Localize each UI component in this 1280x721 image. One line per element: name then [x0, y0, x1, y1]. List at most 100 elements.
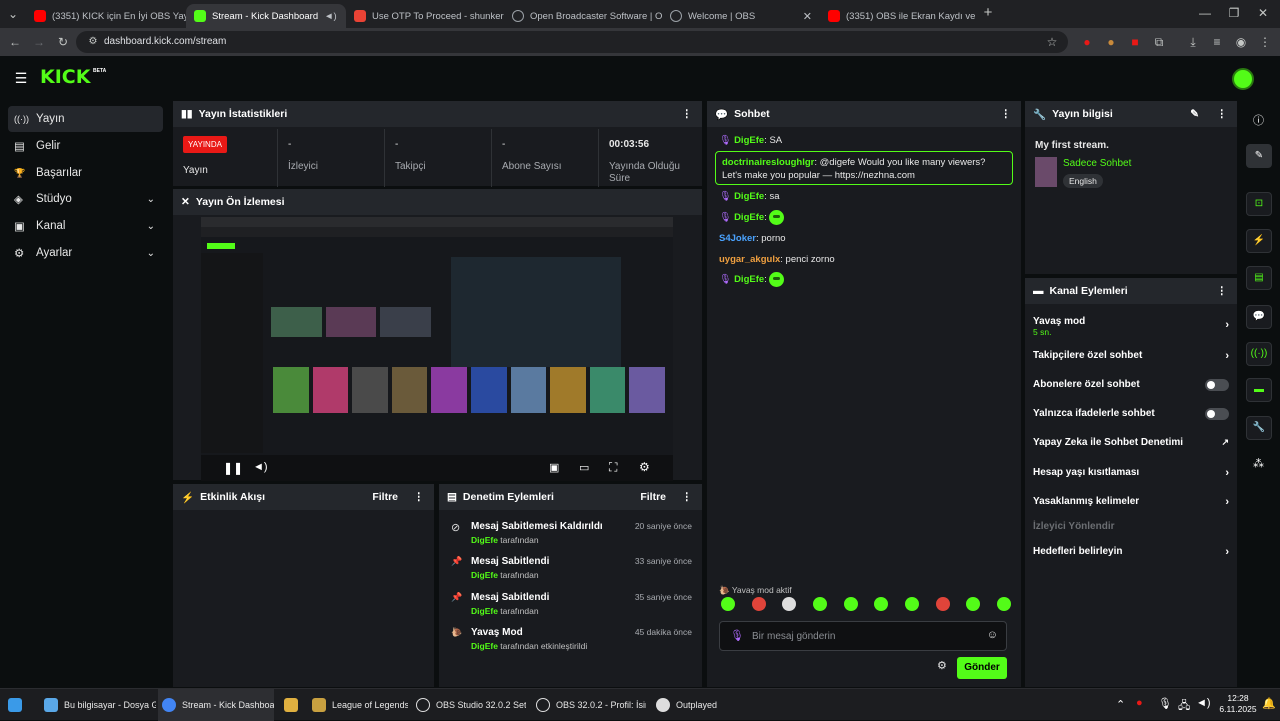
more-options-icon[interactable]: ⋮: [682, 108, 693, 120]
new-tab-button[interactable]: +: [981, 5, 995, 20]
hamburger-menu-icon[interactable]: ☰: [14, 71, 28, 85]
chevron-up-icon[interactable]: ⌃: [1116, 698, 1125, 711]
chat-message[interactable]: 🎙 DigEfe: SA: [719, 135, 1011, 146]
pip-icon[interactable]: ▣: [549, 461, 559, 474]
download-icon[interactable]: ⤓: [1186, 35, 1200, 49]
stream-info-toggle-button[interactable]: 🔧: [1246, 416, 1272, 440]
fullscreen-icon[interactable]: ⛶: [609, 460, 617, 475]
start-button[interactable]: [8, 689, 34, 721]
tab-search-icon[interactable]: ⌄: [6, 7, 20, 21]
menu-icon[interactable]: ⋮: [1258, 35, 1272, 49]
theater-icon[interactable]: ▭: [579, 461, 589, 474]
chat-settings-gear-icon[interactable]: ⚙: [937, 659, 947, 672]
sidebar-item-ayarlar[interactable]: ⚙ Ayarlar ⌄: [8, 240, 163, 266]
emotes-only-toggle[interactable]: [1205, 408, 1229, 420]
taskbar-item-chrome[interactable]: Stream - Kick Dashboard: [158, 689, 274, 721]
back-icon[interactable]: ←: [8, 35, 22, 49]
kick-logo[interactable]: KICK: [40, 66, 90, 88]
profile-icon[interactable]: ◉: [1234, 35, 1248, 49]
channel-action-emotes-only[interactable]: Yalnızca ifadelerle sohbet: [1033, 408, 1229, 430]
moderator-name[interactable]: DigEfe: [471, 606, 498, 616]
chat-username[interactable]: DigEfe: [734, 191, 764, 202]
avatar[interactable]: [1232, 68, 1254, 90]
category-link[interactable]: Sadece Sohbet: [1063, 158, 1131, 169]
extension-icon[interactable]: ●: [1080, 35, 1094, 49]
taskbar-item-obs-setup[interactable]: OBS Studio 32.0.2 Setup: [412, 689, 526, 721]
browser-tab[interactable]: (3351) OBS ile Ekran Kaydı ve Ca ✕: [820, 4, 978, 28]
pause-icon[interactable]: ❚❚: [223, 461, 243, 475]
chat-message[interactable]: 🎙 DigEfe:: [719, 272, 1011, 287]
moderator-name[interactable]: DigEfe: [471, 570, 498, 580]
minimize-icon[interactable]: —: [1198, 6, 1212, 20]
taskbar-item-explorer[interactable]: Bu bilgisayar - Dosya Ge: [40, 689, 156, 721]
chat-username[interactable]: doctrinairesloughlgr: [722, 157, 814, 168]
mic-tray-icon[interactable]: 🎙: [1158, 697, 1172, 710]
more-options-icon[interactable]: ⋮: [682, 491, 693, 503]
extension-icon[interactable]: ●: [1104, 35, 1118, 49]
moderator-name[interactable]: DigEfe: [471, 641, 498, 651]
channel-action-goals[interactable]: Hedefleri belirleyin ›: [1033, 546, 1229, 568]
more-options-icon[interactable]: ⋮: [1217, 285, 1228, 297]
send-button[interactable]: Gönder: [957, 657, 1007, 679]
sidebar-item-kanal[interactable]: ▣ Kanal ⌄: [8, 213, 163, 239]
chat-username[interactable]: DigEfe: [734, 212, 764, 223]
taskbar-item-league[interactable]: League of Legends: [308, 689, 408, 721]
reload-icon[interactable]: ↻: [56, 35, 70, 49]
settings-gear-icon[interactable]: ⚙: [639, 460, 650, 474]
sidebar-item-yayin[interactable]: ((·)) Yayın: [8, 106, 163, 132]
browser-tab-active[interactable]: Stream - Kick Dashboard ◄) ✕: [186, 4, 346, 28]
volume-icon[interactable]: ◄): [253, 461, 268, 473]
emote-icon[interactable]: [751, 597, 766, 611]
speaker-icon[interactable]: ◄): [324, 11, 337, 22]
tray-app-icon[interactable]: ●: [1136, 697, 1143, 709]
chat-username[interactable]: DigEfe: [734, 135, 764, 146]
site-info-icon[interactable]: ⚙: [86, 35, 100, 49]
extension-icon[interactable]: ■: [1128, 35, 1142, 49]
channel-action-banned-words[interactable]: Yasaklanmış kelimeler ›: [1033, 496, 1229, 518]
chat-input[interactable]: 🎙 Bir mesaj gönderin ☺: [719, 621, 1007, 651]
maximize-icon[interactable]: ❐: [1227, 6, 1241, 20]
browser-tab[interactable]: (3351) KICK için En İyi OBS Yayı ✕: [26, 4, 186, 28]
more-options-icon[interactable]: ⋮: [1001, 108, 1012, 120]
volume-tray-icon[interactable]: ◄): [1196, 697, 1211, 709]
channel-action-slow-mode[interactable]: Yavaş mod 5 sn. ›: [1033, 316, 1229, 338]
forward-icon[interactable]: →: [32, 35, 46, 49]
channel-action-subscribers-only[interactable]: Abonelere özel sohbet: [1033, 379, 1229, 401]
extensions-puzzle-icon[interactable]: ⧉: [1152, 35, 1166, 49]
chat-toggle-button[interactable]: 💬: [1246, 305, 1272, 329]
close-window-icon[interactable]: ✕: [1256, 6, 1270, 20]
channel-action-ai-moderation[interactable]: Yapay Zeka ile Sohbet Denetimi ↗: [1033, 437, 1229, 459]
clock[interactable]: 12:28 6.11.2025: [1218, 693, 1258, 715]
subscribers-only-toggle[interactable]: [1205, 379, 1229, 391]
sidebar-item-basarilar[interactable]: 🏆 Başarılar: [8, 160, 163, 186]
emoji-icon[interactable]: ☺: [987, 629, 998, 641]
edit-layout-button[interactable]: ✎: [1246, 144, 1272, 168]
emote-icon[interactable]: [782, 597, 797, 611]
filter-button[interactable]: Filtre: [372, 491, 398, 503]
chat-username[interactable]: uygar_akgulx: [719, 254, 780, 265]
preview-toggle-button[interactable]: ⊡: [1246, 192, 1272, 216]
chat-message[interactable]: 🎙 DigEfe: sa: [719, 191, 1011, 202]
activity-toggle-button[interactable]: ⚡: [1246, 229, 1272, 253]
moderator-name[interactable]: DigEfe: [471, 535, 498, 545]
emote-icon[interactable]: [966, 597, 981, 611]
chat-username[interactable]: DigEfe: [734, 274, 764, 285]
sidebar-item-studyo[interactable]: ◈ Stüdyo ⌄: [8, 186, 163, 212]
emote-icon[interactable]: [904, 597, 919, 611]
more-options-icon[interactable]: ⋮: [1217, 108, 1228, 120]
emote-icon[interactable]: [874, 597, 889, 611]
close-icon[interactable]: ✕: [803, 10, 812, 23]
taskbar-item-obs[interactable]: OBS 32.0.2 - Profil: İsims: [532, 689, 646, 721]
info-icon[interactable]: ⓘ: [1253, 112, 1264, 128]
more-options-icon[interactable]: ⋮: [414, 491, 425, 503]
notification-icon[interactable]: 🔔: [1262, 697, 1276, 710]
chat-message[interactable]: 🎙 DigEfe:: [719, 210, 1011, 225]
chat-message[interactable]: S4Joker: porno: [719, 233, 1011, 244]
edit-pencil-icon[interactable]: ✎: [1190, 108, 1199, 120]
channel-action-followers-only[interactable]: Takipçilere özel sohbet ›: [1033, 350, 1229, 372]
moderation-toggle-button[interactable]: ▤: [1246, 266, 1272, 290]
bookmark-star-icon[interactable]: ☆: [1045, 35, 1059, 49]
stats-toggle-button[interactable]: ((·)): [1246, 342, 1272, 366]
chat-message-highlighted[interactable]: doctrinairesloughlgr: @digefe Would you …: [715, 151, 1013, 185]
channel-actions-toggle-button[interactable]: ▬: [1246, 378, 1272, 402]
